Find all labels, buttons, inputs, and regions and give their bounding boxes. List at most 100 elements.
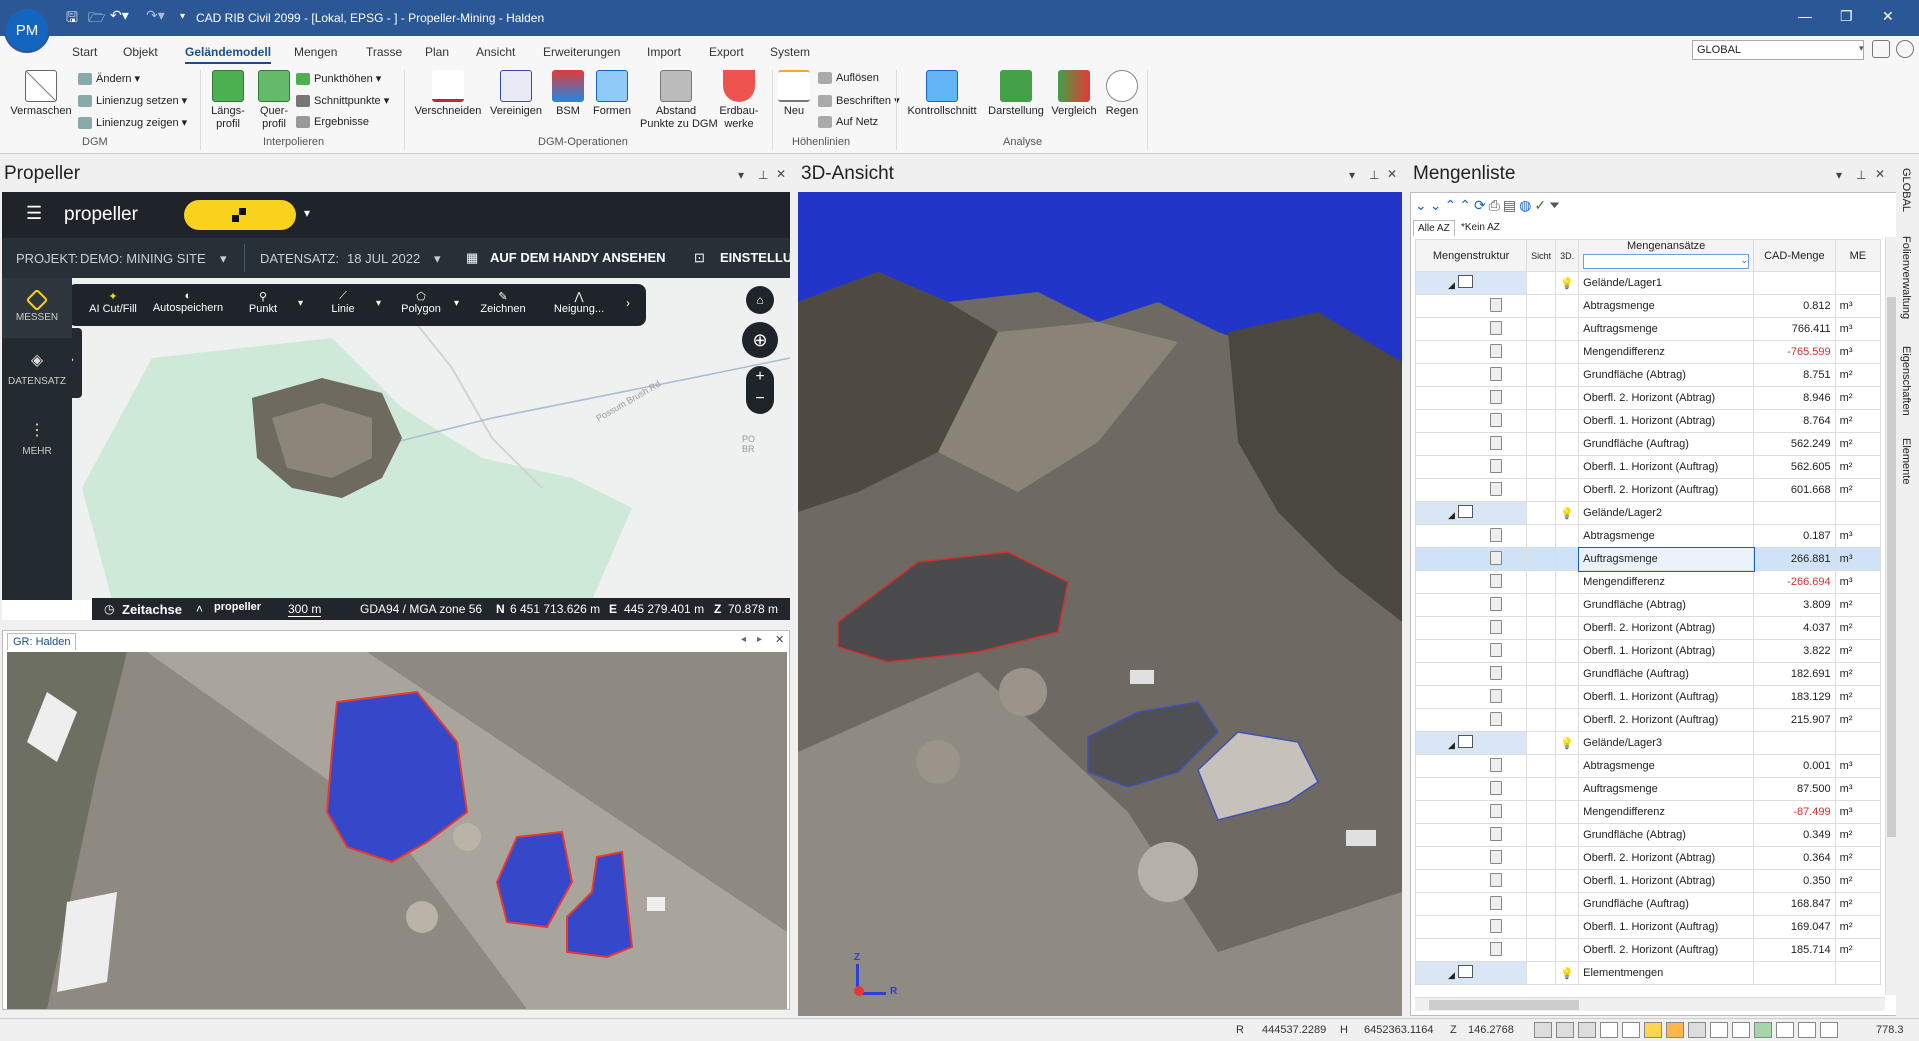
sidebar-collapse-toggle[interactable]: › xyxy=(72,328,82,398)
sicht-cell[interactable] xyxy=(1526,455,1557,479)
menu-objekt[interactable]: Objekt xyxy=(123,45,158,59)
tool-punkt[interactable]: ⚲ Punkt xyxy=(228,290,298,315)
visibility-cell[interactable] xyxy=(1555,386,1580,410)
sicht-cell[interactable] xyxy=(1526,800,1557,824)
tree-cell[interactable] xyxy=(1414,386,1528,410)
tree-cell[interactable] xyxy=(1414,823,1528,847)
visibility-cell[interactable] xyxy=(1555,616,1580,640)
refresh-icon[interactable]: ⟳ xyxy=(1474,197,1489,213)
tree-cell[interactable] xyxy=(1414,524,1528,548)
sicht-cell[interactable] xyxy=(1526,616,1557,640)
menu-import[interactable]: Import xyxy=(647,45,681,59)
horizontal-scrollbar[interactable] xyxy=(1415,997,1885,1011)
sicht-cell[interactable] xyxy=(1526,524,1557,548)
lightbulb-icon[interactable]: 💡 xyxy=(1560,738,1574,750)
querprofil-button[interactable]: Quer- profil xyxy=(250,70,298,131)
save-icon[interactable]: 🖫 xyxy=(66,7,78,31)
vereinigen-button[interactable]: Vereinigen xyxy=(486,70,546,118)
visibility-cell[interactable] xyxy=(1555,340,1580,364)
tab-next-icon[interactable]: ▸ xyxy=(757,634,762,645)
tree-cell[interactable] xyxy=(1414,662,1528,686)
collapse-icon[interactable]: ⌃ xyxy=(1444,197,1459,213)
lightbulb-icon[interactable]: 💡 xyxy=(1560,278,1574,290)
tree-cell[interactable] xyxy=(1414,892,1528,916)
collapse-all-icon[interactable]: ⌃ xyxy=(1459,197,1474,213)
panel-pin-icon[interactable]: ⊥ xyxy=(1369,168,1379,182)
zoom-out-icon[interactable]: − xyxy=(746,388,774,410)
tree-cell[interactable]: ◢ xyxy=(1414,731,1528,755)
tree-cell[interactable]: ◢ xyxy=(1414,961,1528,985)
chevron-down-icon[interactable]: ▾ xyxy=(298,298,303,309)
erdbauwerke-button[interactable]: Erdbau- werke xyxy=(716,70,762,131)
menu-system[interactable]: System xyxy=(770,45,810,59)
tree-cell[interactable] xyxy=(1414,869,1528,893)
header-3d[interactable]: 3D. xyxy=(1555,239,1580,272)
chevron-down-icon[interactable]: ▾ xyxy=(1859,43,1864,54)
scrollbar-thumb[interactable] xyxy=(1429,1000,1579,1010)
panel-close-icon[interactable]: ✕ xyxy=(1875,167,1885,181)
text-abc-icon[interactable] xyxy=(1688,1022,1706,1038)
vermaschen-button[interactable]: Vermaschen xyxy=(8,70,74,118)
color-icon[interactable] xyxy=(1666,1022,1684,1038)
sicht-cell[interactable] xyxy=(1526,869,1557,893)
visibility-cell[interactable] xyxy=(1555,754,1580,778)
tree-cell[interactable] xyxy=(1414,639,1528,663)
table-row[interactable]: Auftragsmenge 266.881 m³ xyxy=(1414,546,1882,572)
aufloesen-button[interactable]: Auflösen xyxy=(818,72,879,85)
filter-icon[interactable]: ⏷ xyxy=(1549,197,1563,213)
visibility-cell[interactable] xyxy=(1555,846,1580,870)
table-row[interactable]: Grundfläche (Auftrag) 182.691 m² xyxy=(1414,662,1882,686)
tree-cell[interactable] xyxy=(1414,294,1528,318)
table-row[interactable]: Oberfl. 2. Horizont (Abtrag) 8.946 m² xyxy=(1414,386,1882,410)
visibility-cell[interactable] xyxy=(1555,915,1580,939)
menu-gelaendemodell[interactable]: Geländemodell xyxy=(185,45,272,64)
ortho-icon[interactable] xyxy=(1578,1022,1596,1038)
table-row[interactable]: Auftragsmenge 766.411 m³ xyxy=(1414,317,1882,341)
sicht-cell[interactable] xyxy=(1526,294,1557,318)
tree-cell[interactable]: ◢ xyxy=(1414,501,1528,525)
tool-linie[interactable]: ⟋ Linie xyxy=(308,290,378,315)
table-row[interactable]: Oberfl. 1. Horizont (Abtrag) 8.764 m² xyxy=(1414,409,1882,433)
sidebar-item-mehr[interactable]: ⋮ MEHR xyxy=(2,414,72,470)
menu-start[interactable]: Start xyxy=(72,45,97,59)
tree-cell[interactable] xyxy=(1414,846,1528,870)
tool-neigung[interactable]: ⋀ Neigung... xyxy=(542,290,616,315)
visibility-cell[interactable] xyxy=(1555,455,1580,479)
grid-icon[interactable] xyxy=(1556,1022,1574,1038)
avatar[interactable]: PM xyxy=(4,7,50,53)
abstand-button[interactable]: Abstand Punkte zu DGM xyxy=(640,70,718,131)
sicht-cell[interactable] xyxy=(1526,478,1557,502)
snap-icon[interactable] xyxy=(1534,1022,1552,1038)
sicht-cell[interactable] xyxy=(1526,271,1557,295)
table-row[interactable]: Oberfl. 2. Horizont (Auftrag) 601.668 m² xyxy=(1414,478,1882,502)
table-row[interactable]: Oberfl. 1. Horizont (Abtrag) 3.822 m² xyxy=(1414,639,1882,663)
sicht-cell[interactable] xyxy=(1526,317,1557,341)
panel-menu-icon[interactable]: ▾ xyxy=(1836,168,1842,182)
ergebnisse-button[interactable]: Ergebnisse xyxy=(296,116,369,129)
sicht-cell[interactable] xyxy=(1526,340,1557,364)
chevron-down-icon[interactable]: ▾ xyxy=(376,298,381,309)
visibility-cell[interactable] xyxy=(1555,547,1580,571)
table-row[interactable]: Grundfläche (Abtrag) 0.349 m² xyxy=(1414,823,1882,847)
visibility-cell[interactable] xyxy=(1555,938,1580,962)
projekt-select[interactable]: DEMO: MINING SITE xyxy=(80,251,206,266)
visibility-cell[interactable]: 💡 xyxy=(1555,961,1580,985)
tree-cell[interactable] xyxy=(1414,409,1528,433)
visibility-cell[interactable] xyxy=(1555,639,1580,663)
menu-export[interactable]: Export xyxy=(709,45,744,59)
laengsprofil-button[interactable]: Längs- profil xyxy=(204,70,252,131)
visibility-cell[interactable]: 💡 xyxy=(1555,501,1580,525)
sicht-cell[interactable] xyxy=(1526,432,1557,456)
visibility-cell[interactable]: 💡 xyxy=(1555,731,1580,755)
sicht-cell[interactable] xyxy=(1526,961,1557,985)
bsm-button[interactable]: BSM xyxy=(548,70,588,118)
home-icon[interactable]: ⌂ xyxy=(746,286,774,314)
propeller-mode-button[interactable] xyxy=(184,200,296,230)
customize-qat-icon[interactable]: ▾ xyxy=(180,11,185,22)
sicht-cell[interactable] xyxy=(1526,915,1557,939)
zoom-in-icon[interactable]: + xyxy=(746,366,774,388)
visibility-cell[interactable] xyxy=(1555,409,1580,433)
visibility-cell[interactable] xyxy=(1555,685,1580,709)
group-row[interactable]: ◢ 💡 Gelände/Lager1 xyxy=(1414,271,1882,295)
settings-icon[interactable] xyxy=(1896,40,1914,58)
